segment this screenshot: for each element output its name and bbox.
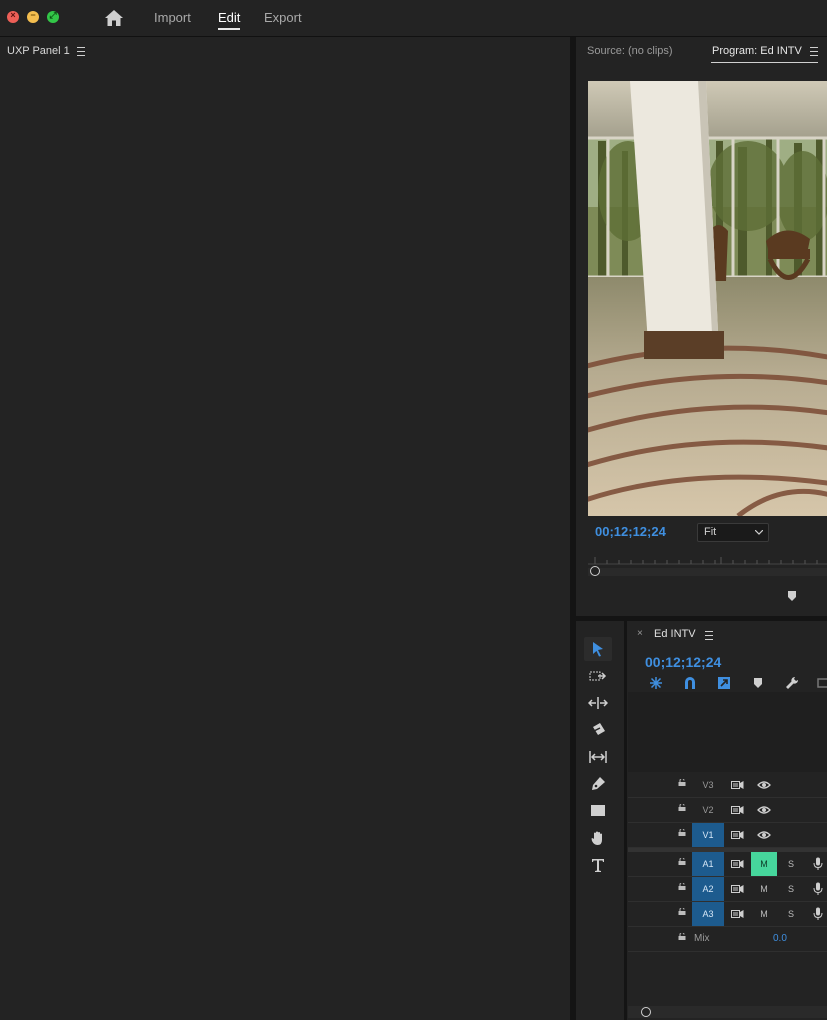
- tab-import[interactable]: Import: [154, 10, 191, 25]
- snap-magnet-icon[interactable]: [683, 676, 697, 690]
- sync-lock-icon[interactable]: [731, 830, 744, 840]
- eye-icon[interactable]: [757, 805, 771, 815]
- type-icon: [592, 859, 604, 872]
- hand-icon: [591, 831, 602, 845]
- track-lock-icon[interactable]: [678, 933, 686, 940]
- chevron-down-icon: [755, 530, 763, 535]
- add-marker-timeline-icon[interactable]: [753, 677, 763, 689]
- track-name-a3[interactable]: A3: [692, 902, 724, 926]
- pen-tool[interactable]: [584, 772, 612, 796]
- ripple-edit-icon: [588, 697, 608, 709]
- uxp-panel: UXP Panel 1: [0, 37, 570, 1020]
- add-marker-icon[interactable]: [787, 590, 797, 602]
- track-header-a3[interactable]: A3 M S: [628, 902, 827, 927]
- track-name-v3[interactable]: V3: [692, 773, 724, 797]
- timeline-menu-icon[interactable]: [705, 631, 713, 640]
- captions-icon[interactable]: [817, 677, 827, 689]
- track-header-v1[interactable]: V1: [628, 823, 827, 848]
- linked-selection-icon[interactable]: [717, 676, 731, 690]
- nest-sequence-icon[interactable]: [649, 676, 663, 690]
- track-name-a2[interactable]: A2: [692, 877, 724, 901]
- razor-tool[interactable]: [584, 718, 612, 742]
- eye-icon[interactable]: [757, 780, 771, 790]
- hand-tool[interactable]: [584, 826, 612, 850]
- workspace-bar: × − ⤢ Import Edit Export: [0, 0, 827, 37]
- sync-lock-icon[interactable]: [731, 859, 744, 869]
- track-header-a2[interactable]: A2 M S: [628, 877, 827, 902]
- scrollbar-handle[interactable]: [641, 1007, 651, 1017]
- program-time-ruler[interactable]: [588, 550, 827, 578]
- video-image: [588, 81, 827, 516]
- track-lock-icon[interactable]: [678, 858, 686, 865]
- track-lock-icon[interactable]: [678, 829, 686, 836]
- track-select-tool[interactable]: [584, 664, 612, 688]
- close-sequence-icon[interactable]: ×: [637, 628, 643, 639]
- timeline-timecode[interactable]: 00;12;12;24: [645, 654, 721, 670]
- sync-lock-icon[interactable]: [731, 884, 744, 894]
- mute-button-a1[interactable]: M: [751, 852, 777, 876]
- panel-title: UXP Panel 1: [7, 45, 70, 57]
- track-name-a1[interactable]: A1: [692, 852, 724, 876]
- monitor-menu-icon[interactable]: [810, 47, 818, 56]
- tools-panel: [576, 621, 624, 1020]
- mix-volume-value[interactable]: 0.0: [773, 933, 787, 944]
- track-header-v3[interactable]: V3: [628, 773, 827, 798]
- solo-button-a1[interactable]: S: [778, 852, 804, 876]
- microphone-icon[interactable]: [813, 907, 823, 921]
- microphone-icon[interactable]: [813, 857, 823, 871]
- rectangle-icon: [591, 805, 605, 816]
- selection-arrow-icon: [593, 642, 603, 657]
- track-lock-icon[interactable]: [678, 883, 686, 890]
- eye-icon[interactable]: [757, 830, 771, 840]
- zoom-select[interactable]: Fit: [697, 523, 769, 542]
- track-lock-icon[interactable]: [678, 779, 686, 786]
- track-lock-icon[interactable]: [678, 804, 686, 811]
- sync-lock-icon[interactable]: [731, 909, 744, 919]
- track-name-v2[interactable]: V2: [692, 798, 724, 822]
- program-video-frame: [588, 81, 827, 516]
- program-timecode[interactable]: 00;12;12;24: [595, 524, 666, 539]
- microphone-icon[interactable]: [813, 882, 823, 896]
- selection-tool[interactable]: [584, 637, 612, 661]
- track-header-v2[interactable]: V2: [628, 798, 827, 823]
- zoom-select-value: Fit: [704, 526, 717, 538]
- mix-label: Mix: [694, 933, 710, 944]
- tab-source-monitor[interactable]: Source: (no clips): [587, 45, 673, 57]
- razor-icon: [593, 723, 605, 735]
- zoom-window-button[interactable]: ⤢: [47, 10, 59, 23]
- active-tab-underline: [711, 62, 818, 63]
- tab-program-monitor[interactable]: Program: Ed INTV: [712, 45, 802, 57]
- slip-icon: [589, 751, 607, 763]
- minimize-window-button[interactable]: −: [27, 10, 39, 23]
- track-name-v1[interactable]: V1: [692, 823, 724, 847]
- playhead-handle[interactable]: [590, 566, 600, 576]
- solo-button-a2[interactable]: S: [778, 877, 804, 901]
- wrench-icon[interactable]: [785, 676, 799, 690]
- timeline-ruler-area[interactable]: [628, 692, 827, 772]
- sync-lock-icon[interactable]: [731, 805, 744, 815]
- sequence-tab[interactable]: Ed INTV: [654, 628, 696, 640]
- mute-button-a3[interactable]: M: [751, 902, 777, 926]
- timeline-zoom-scrollbar[interactable]: [628, 1006, 827, 1018]
- panel-menu-icon[interactable]: [77, 47, 85, 56]
- solo-button-a3[interactable]: S: [778, 902, 804, 926]
- tab-export[interactable]: Export: [264, 10, 302, 25]
- close-window-button[interactable]: ×: [7, 10, 19, 23]
- mute-button-a2[interactable]: M: [751, 877, 777, 901]
- tab-edit[interactable]: Edit: [218, 10, 241, 30]
- slip-tool[interactable]: [584, 745, 612, 769]
- pen-icon: [592, 777, 605, 790]
- track-header-a1[interactable]: A1 M S: [628, 852, 827, 877]
- sync-lock-icon[interactable]: [731, 780, 744, 790]
- ripple-edit-tool[interactable]: [584, 691, 612, 715]
- track-lock-icon[interactable]: [678, 908, 686, 915]
- track-select-icon: [589, 671, 607, 681]
- track-header-mix[interactable]: Mix 0.0: [628, 927, 827, 952]
- home-icon[interactable]: [104, 9, 124, 27]
- rectangle-tool[interactable]: [584, 799, 612, 823]
- type-tool[interactable]: [584, 853, 612, 877]
